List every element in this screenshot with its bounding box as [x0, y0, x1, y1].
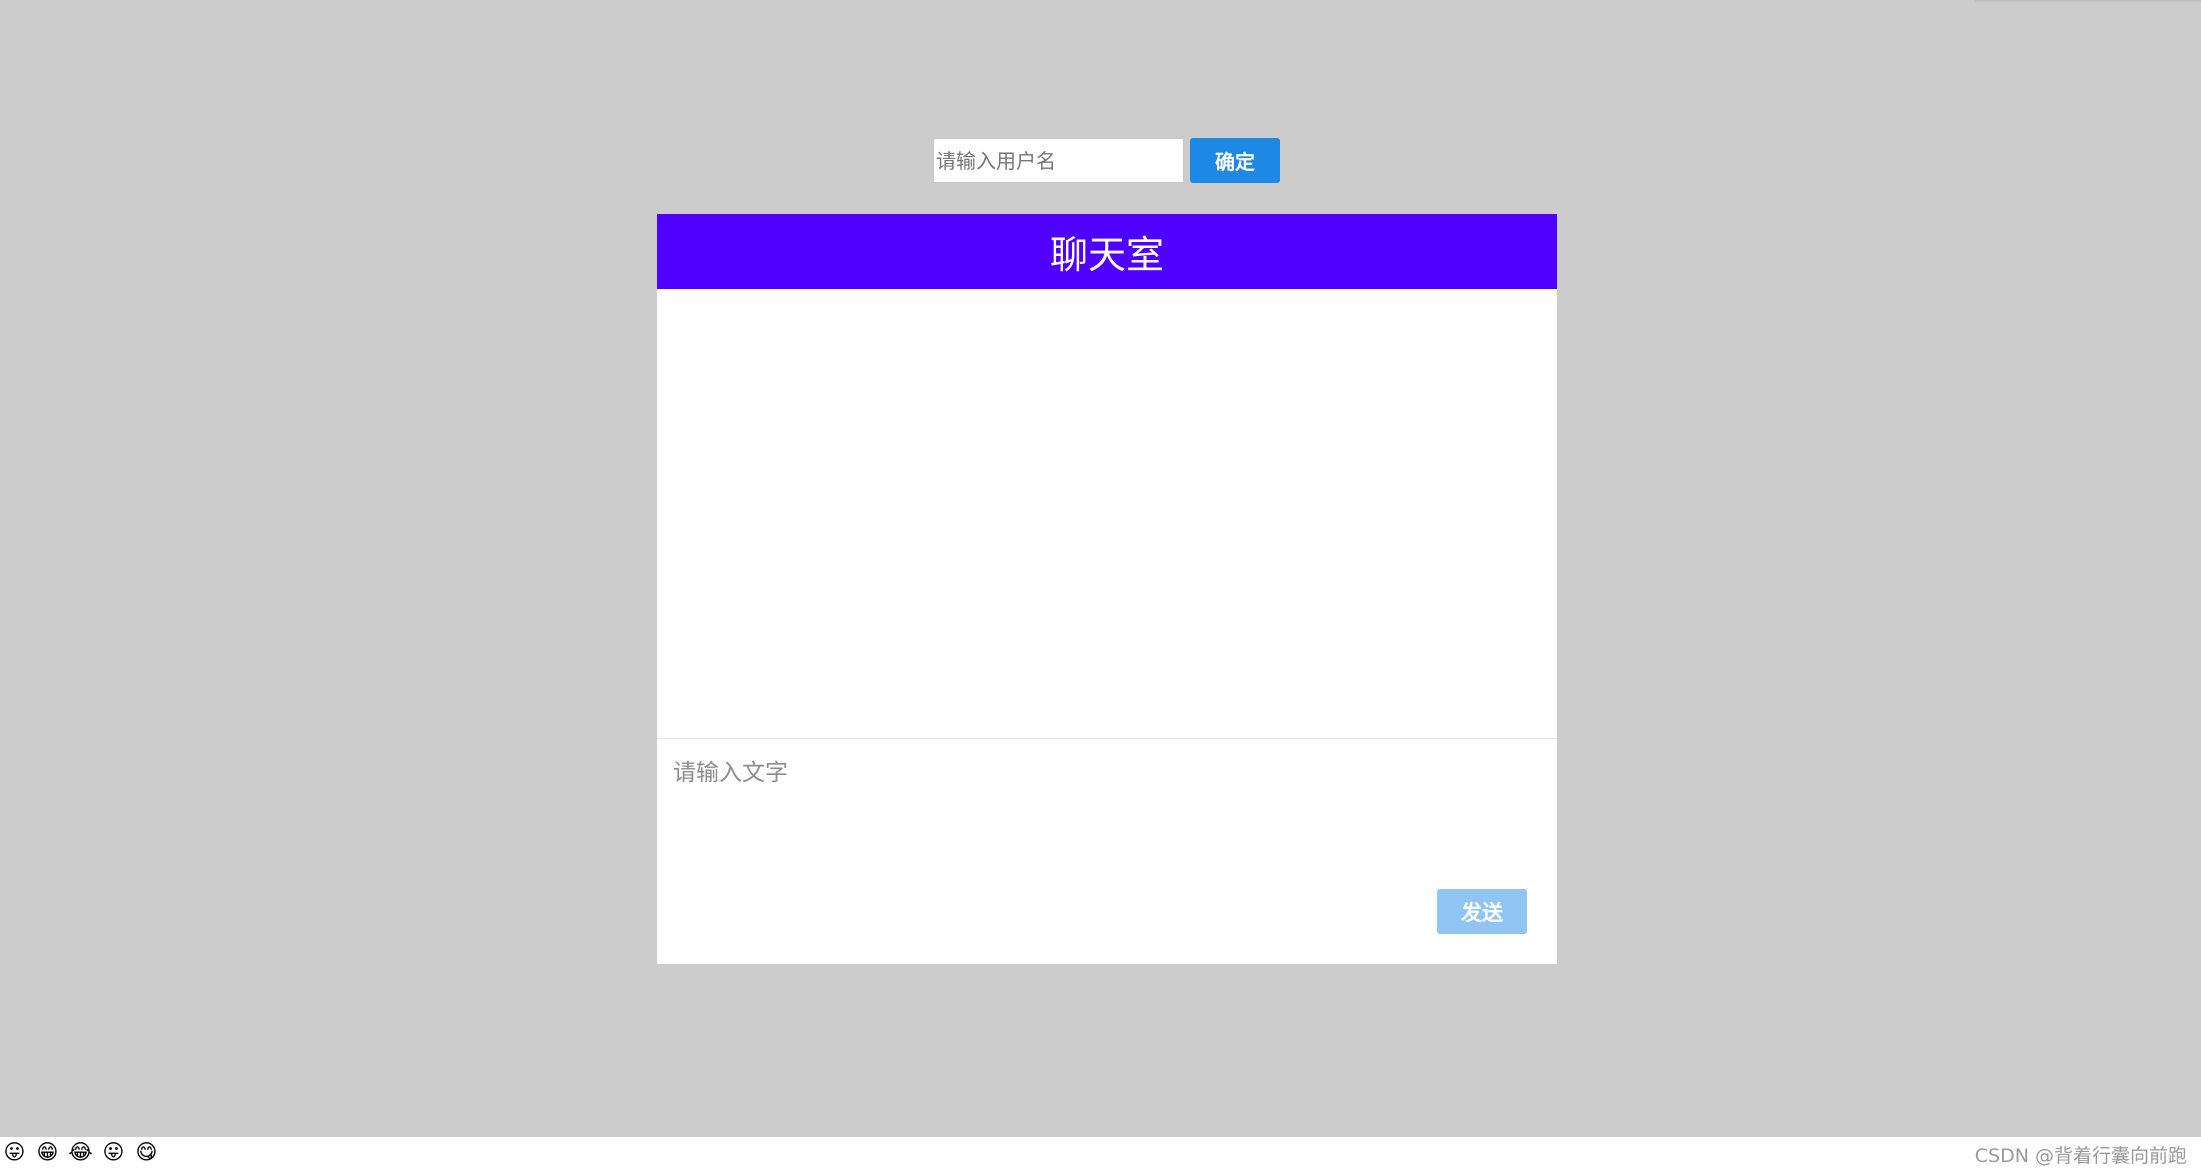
message-list[interactable]	[657, 289, 1557, 739]
tongue-face-icon[interactable]: 😛	[2, 1140, 27, 1165]
username-input[interactable]	[933, 138, 1184, 183]
grin-face-icon[interactable]: 😁	[35, 1140, 60, 1165]
tears-of-joy-icon[interactable]: 😂	[68, 1140, 93, 1165]
emoji-list: 😛 😁 😂 😛 😋	[2, 1140, 167, 1165]
login-bar: 确定	[933, 137, 1280, 184]
yum-face-icon[interactable]: 😋	[134, 1140, 159, 1165]
send-button[interactable]: 发送	[1437, 889, 1527, 934]
chat-room-panel: 聊天室 发送	[657, 214, 1557, 964]
watermark-text: CSDN @背着行囊向前跑	[1974, 1145, 2187, 1167]
compose-area: 发送	[657, 739, 1557, 964]
bottom-bar: 😛 😁 😂 😛 😋 CSDN @背着行囊向前跑	[0, 1137, 2201, 1168]
chat-header: 聊天室	[657, 214, 1557, 289]
message-input[interactable]	[657, 739, 1557, 879]
tongue-face-icon[interactable]: 😛	[101, 1140, 126, 1165]
confirm-button[interactable]: 确定	[1190, 138, 1280, 183]
window-edge-shadow	[1975, 0, 2201, 3]
chat-title: 聊天室	[1049, 233, 1164, 277]
